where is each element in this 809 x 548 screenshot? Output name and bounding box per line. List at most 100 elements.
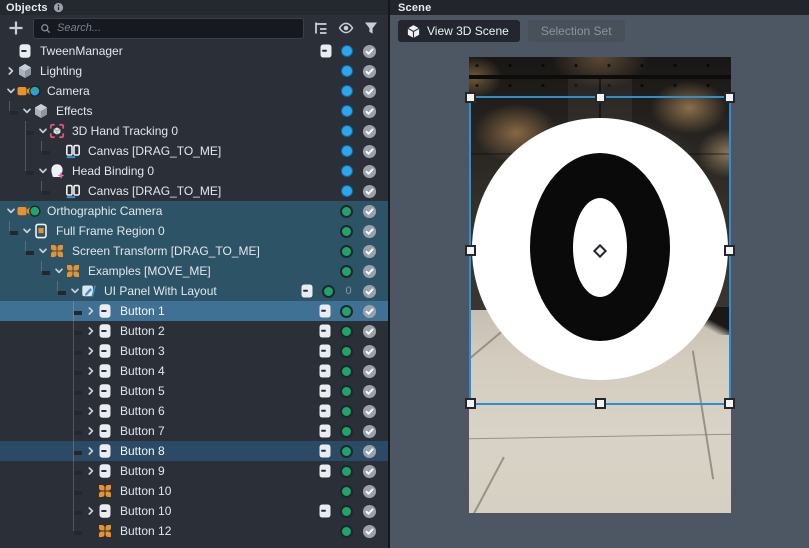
enabled-checkbox[interactable] [362,184,377,199]
chevron-down-icon[interactable] [20,105,33,117]
enabled-checkbox[interactable] [362,164,377,179]
chevron-right-icon[interactable] [84,505,97,517]
chevron-right-icon[interactable] [84,425,97,437]
tree-row-canvas-drag-to-me-7[interactable]: Canvas [DRAG_TO_ME] [0,181,388,201]
search-input[interactable] [57,22,297,34]
chevron-down-icon[interactable] [4,85,17,97]
enabled-checkbox[interactable] [362,64,377,79]
tree-row-button-8-20[interactable]: Button 8 [0,441,388,461]
tree-row-button-10-23[interactable]: Button 10 [0,501,388,521]
tree-row-button-4-16[interactable]: Button 4 [0,361,388,381]
enabled-checkbox[interactable] [362,324,377,339]
tree-row-button-10-22[interactable]: Button 10 [0,481,388,501]
layer-dot-green[interactable] [340,524,353,538]
enabled-checkbox[interactable] [362,44,377,59]
pivot-handle[interactable] [592,243,608,258]
enabled-checkbox[interactable] [362,384,377,399]
enabled-checkbox[interactable] [362,404,377,419]
chevron-down-icon[interactable] [36,245,49,257]
chevron-right-icon[interactable] [84,385,97,397]
tree-row-camera-2[interactable]: Camera [0,81,388,101]
chevron-right-icon[interactable] [84,405,97,417]
layer-dot-green[interactable] [340,244,353,258]
enabled-checkbox[interactable] [362,284,377,299]
tree-row-3d-hand-tracking-0-4[interactable]: 3D Hand Tracking 0 [0,121,388,141]
tree-row-button-6-18[interactable]: Button 6 [0,401,388,421]
resize-handle-bottom-center[interactable] [594,398,606,409]
layer-dot-green[interactable] [340,344,353,358]
enabled-checkbox[interactable] [362,104,377,119]
layer-dot-blue[interactable] [341,85,353,97]
tree-row-lighting-1[interactable]: Lighting [0,61,388,81]
layer-dot-green[interactable] [340,224,353,238]
layer-dot-green[interactable] [340,464,353,478]
chevron-down-icon[interactable] [68,285,81,297]
chevron-right-icon[interactable] [84,445,97,457]
chevron-right-icon[interactable] [4,65,17,77]
resize-handle-bottom-left[interactable] [465,398,476,409]
layer-dot-green[interactable] [340,484,353,498]
enabled-checkbox[interactable] [362,204,377,219]
chevron-down-icon[interactable] [52,265,65,277]
enabled-checkbox[interactable] [362,84,377,99]
view-3d-scene-button[interactable]: View 3D Scene [398,20,520,42]
tree-row-button-2-14[interactable]: Button 2 [0,321,388,341]
enabled-checkbox[interactable] [362,244,377,259]
tree-row-screen-transform-drag-to-me-10[interactable]: Screen Transform [DRAG_TO_ME] [0,241,388,261]
resize-handle-middle-right[interactable] [724,245,735,256]
tree-row-examples-move-me-11[interactable]: Examples [MOVE_ME] [0,261,388,281]
tree-row-button-9-21[interactable]: Button 9 [0,461,388,481]
tree-row-button-1-13[interactable]: Button 1 [0,301,388,321]
resize-handle-bottom-right[interactable] [724,398,735,409]
chevron-right-icon[interactable] [84,305,97,317]
layer-dot-green[interactable] [340,204,353,218]
layer-dot-green[interactable] [340,424,353,438]
enabled-checkbox[interactable] [362,344,377,359]
layer-dot-green[interactable] [340,364,353,378]
selection-bounds[interactable] [465,92,735,409]
layer-dot-green[interactable] [340,504,353,518]
layer-dot-blue[interactable] [341,145,353,157]
enabled-checkbox[interactable] [362,224,377,239]
layer-dot-blue[interactable] [341,65,353,77]
layer-dot-green[interactable] [322,284,335,298]
tree-row-full-frame-region-0-9[interactable]: Full Frame Region 0 [0,221,388,241]
layer-dot-green[interactable] [340,264,353,278]
resize-handle-top-right[interactable] [724,92,735,103]
tree-row-button-5-17[interactable]: Button 5 [0,381,388,401]
chevron-right-icon[interactable] [84,465,97,477]
resize-handle-middle-left[interactable] [465,245,476,256]
tree-row-button-7-19[interactable]: Button 7 [0,421,388,441]
filter-icon[interactable] [363,20,379,36]
enabled-checkbox[interactable] [362,484,377,499]
enabled-checkbox[interactable] [362,424,377,439]
tree-row-head-binding-0-6[interactable]: Head Binding 0 [0,161,388,181]
tree-row-orthographic-camera-8[interactable]: Orthographic Camera [0,201,388,221]
chevron-right-icon[interactable] [84,345,97,357]
eye-icon[interactable] [338,20,354,36]
scene-viewport[interactable] [390,48,809,548]
info-icon[interactable] [53,2,64,13]
tree-row-button-3-15[interactable]: Button 3 [0,341,388,361]
enabled-checkbox[interactable] [362,124,377,139]
layer-dot-blue[interactable] [341,105,353,117]
layer-dot-green[interactable] [340,384,353,398]
enabled-checkbox[interactable] [362,304,377,319]
layer-dot-green[interactable] [340,404,353,418]
resize-handle-top-left[interactable] [465,92,476,103]
tree-row-button-12-24[interactable]: Button 12 [0,521,388,541]
layer-dot-green[interactable] [340,324,353,338]
layer-dot-green[interactable] [340,444,353,458]
enabled-checkbox[interactable] [362,144,377,159]
chevron-down-icon[interactable] [36,125,49,137]
chevron-down-icon[interactable] [4,205,17,217]
tree-row-tweenmanager-0[interactable]: TweenManager [0,41,388,61]
tree-row-canvas-drag-to-me-5[interactable]: Canvas [DRAG_TO_ME] [0,141,388,161]
tree-row-ui-panel-with-layout-12[interactable]: UI Panel With Layout 0 [0,281,388,301]
enabled-checkbox[interactable] [362,364,377,379]
layer-dot-blue[interactable] [341,185,353,197]
layer-dot-blue[interactable] [341,125,353,137]
add-object-button[interactable] [8,20,24,36]
layer-dot-blue[interactable] [341,165,353,177]
chevron-down-icon[interactable] [36,165,49,177]
